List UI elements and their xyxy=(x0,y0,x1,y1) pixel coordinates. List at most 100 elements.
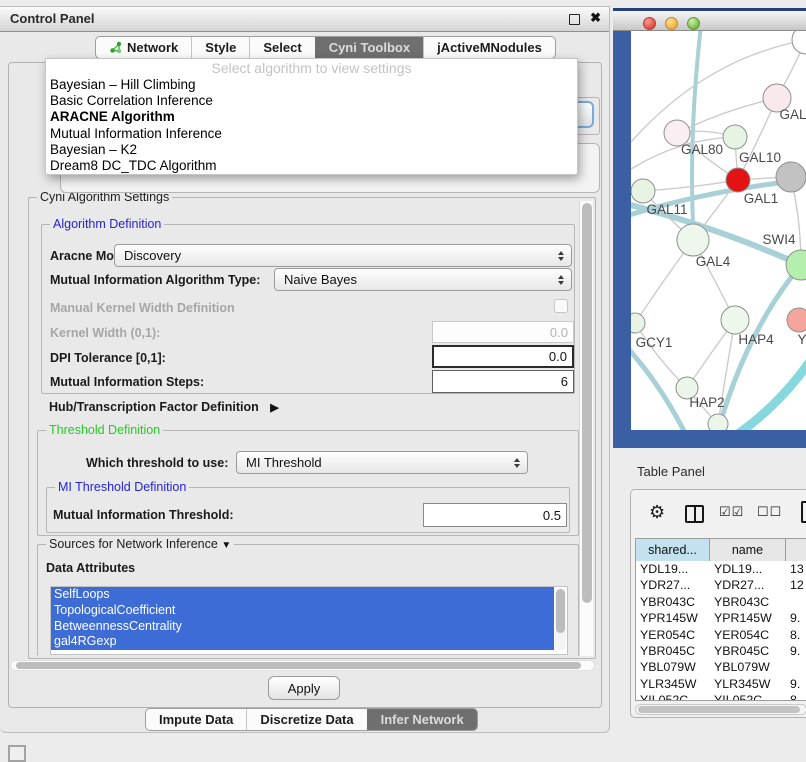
network-node[interactable] xyxy=(708,414,728,430)
control-panel-tab[interactable]: Select xyxy=(249,37,314,58)
scrollbar-thumb[interactable] xyxy=(16,662,581,669)
float-panel-icon[interactable] xyxy=(569,14,580,25)
network-graph[interactable]: GALGAL80GAL10GAL1GAL11GAL4SWI4GCY1HAP4YH… xyxy=(631,31,806,430)
control-panel-tab[interactable]: jActiveMNodules xyxy=(423,37,555,58)
control-panel-tab[interactable]: Cyni Toolbox xyxy=(315,37,423,58)
mi-algorithm-type-combobox[interactable]: Naive Bayes xyxy=(274,268,572,291)
dpi-tolerance-field[interactable]: 0.0 xyxy=(432,345,574,368)
network-node-swi4[interactable] xyxy=(786,250,806,280)
network-node-gcy1[interactable] xyxy=(631,313,645,333)
mi-threshold-definition-title: MI Threshold Definition xyxy=(55,480,189,494)
dropdown-option[interactable]: Dream8 DC_TDC Algorithm xyxy=(46,158,577,174)
network-edge[interactable] xyxy=(635,323,687,388)
network-node-y[interactable] xyxy=(787,308,806,332)
network-node-gal1[interactable] xyxy=(726,168,750,192)
table-row[interactable]: YBR043C YBR043C xyxy=(636,594,806,610)
table-row[interactable]: YER054C YER054C 8. xyxy=(636,627,806,643)
collapsed-panel-icon[interactable] xyxy=(8,745,26,762)
close-panel-icon[interactable]: ✖ xyxy=(590,10,601,26)
zoom-window-icon[interactable] xyxy=(687,17,700,30)
dropdown-option[interactable]: ARACNE Algorithm xyxy=(46,109,577,125)
column-header-name[interactable]: name xyxy=(710,539,786,561)
cell-name: YPR145W xyxy=(710,610,786,626)
mi-steps-field[interactable]: 6 xyxy=(432,370,574,393)
attribute-list-scrollbar[interactable] xyxy=(555,588,566,650)
hub-definition-expander[interactable]: Hub/Transcription Factor Definition ▶ xyxy=(49,400,279,414)
mi-algorithm-type-value: Naive Bayes xyxy=(275,272,554,287)
network-canvas[interactable]: GALGAL80GAL10GAL1GAL11GAL4SWI4GCY1HAP4YH… xyxy=(631,31,806,430)
dropdown-option[interactable]: Bayesian – K2 xyxy=(46,142,577,158)
network-node-gal11[interactable] xyxy=(631,179,655,203)
collapse-arrow-icon[interactable]: ▼ xyxy=(221,540,231,551)
apply-button[interactable]: Apply xyxy=(268,676,340,700)
hide-columns-icon[interactable]: ☐☐ xyxy=(757,504,782,520)
scrollbar-thumb[interactable] xyxy=(638,706,800,713)
sources-group: Sources for Network Inference ▼ Data Att… xyxy=(37,544,579,656)
settings-vertical-scrollbar[interactable] xyxy=(579,201,593,656)
control-panel-tab[interactable]: Style xyxy=(191,37,249,58)
minimize-window-icon[interactable] xyxy=(665,17,678,30)
close-window-icon[interactable] xyxy=(643,17,656,30)
dpi-tolerance-label: DPI Tolerance [0,1]: xyxy=(50,351,166,365)
control-panel-tab[interactable]: Network xyxy=(96,37,191,58)
cell-name: YLR345W xyxy=(710,676,786,692)
bottom-tab[interactable]: Discretize Data xyxy=(246,709,366,730)
expand-arrow-icon[interactable]: ▶ xyxy=(270,402,278,414)
mi-steps-label: Mutual Information Steps: xyxy=(50,375,204,389)
table-row[interactable]: YIL052C YIL052C 8. xyxy=(636,692,806,701)
mi-threshold-label: Mutual Information Threshold: xyxy=(53,508,234,522)
network-node-label: GCY1 xyxy=(636,335,673,350)
columns-icon[interactable] xyxy=(685,505,704,523)
settings-horizontal-scrollbar[interactable] xyxy=(10,660,595,671)
scrollbar-thumb[interactable] xyxy=(556,589,565,633)
kernel-width-field[interactable]: 0.0 xyxy=(432,321,574,343)
table-row[interactable]: YLR345W YLR345W 9. xyxy=(636,676,806,692)
table-row[interactable]: YBR045C YBR045C 9. xyxy=(636,643,806,659)
table-row[interactable]: YDR27... YDR27... 12 xyxy=(636,577,806,593)
dpi-tolerance-value: 0.0 xyxy=(549,349,567,364)
dropdown-option[interactable]: Basic Correlation Inference xyxy=(46,93,577,109)
column-header-shared-name[interactable]: shared... xyxy=(636,539,710,561)
network-node-gal10[interactable] xyxy=(723,125,747,149)
show-columns-icon[interactable]: ☑☑ xyxy=(719,504,744,520)
new-table-icon[interactable] xyxy=(801,501,806,523)
gear-icon[interactable]: ⚙ xyxy=(649,502,665,522)
attribute-item[interactable]: gal4RGexp xyxy=(51,634,554,650)
tab-label: Select xyxy=(263,40,301,55)
bottom-tab[interactable]: Infer Network xyxy=(367,709,477,730)
manual-kernel-width-checkbox[interactable] xyxy=(554,299,568,313)
combo-arrows-icon xyxy=(510,458,523,468)
table-row[interactable]: YBL079W YBL079W xyxy=(636,659,806,675)
table-row[interactable]: YPR145W YPR145W 9. xyxy=(636,610,806,626)
which-threshold-label: Which threshold to use: xyxy=(86,456,228,470)
data-attributes-label: Data Attributes xyxy=(46,561,135,575)
data-attributes-list[interactable]: SelfLoops TopologicalCoefficient Between… xyxy=(50,586,568,655)
bottom-tab[interactable]: Impute Data xyxy=(146,709,246,730)
attribute-item[interactable]: SelfLoops xyxy=(51,587,554,603)
dropdown-option[interactable]: Bayesian – Hill Climbing xyxy=(46,77,577,93)
network-node-label: GAL80 xyxy=(681,142,723,157)
cyni-algorithm-settings-group: Cyni Algorithm Settings Algorithm Defini… xyxy=(28,197,596,659)
cell-value: 9. xyxy=(786,676,806,692)
dropdown-option[interactable]: Mutual Information Inference xyxy=(46,126,577,142)
network-node-hap4[interactable] xyxy=(721,306,749,334)
network-node-gal4[interactable] xyxy=(677,224,709,256)
mi-algorithm-type-label: Mutual Information Algorithm Type: xyxy=(50,273,260,287)
table-row[interactable]: YDL19... YDL19... 13 xyxy=(636,561,806,577)
tab-label: Infer Network xyxy=(381,712,464,727)
network-node[interactable] xyxy=(776,162,806,192)
attribute-item[interactable]: BetweennessCentrality xyxy=(51,619,554,635)
attribute-item[interactable]: TopologicalCoefficient xyxy=(51,603,554,619)
cell-value xyxy=(786,659,806,675)
which-threshold-combobox[interactable]: MI Threshold xyxy=(236,451,528,474)
table-body: YDL19... YDL19... 13 YDR27... YDR27... 1… xyxy=(636,561,806,701)
column-header-partial[interactable] xyxy=(786,539,806,561)
scrollbar-thumb[interactable] xyxy=(582,203,592,603)
network-node[interactable] xyxy=(792,31,806,54)
aracne-mode-combobox[interactable]: Discovery xyxy=(114,244,572,267)
control-panel-window: Control Panel ✖ Network xyxy=(0,6,610,733)
table-horizontal-scrollbar[interactable] xyxy=(635,704,806,715)
mi-threshold-field[interactable]: 0.5 xyxy=(423,503,567,527)
combo-arrows-icon xyxy=(554,275,567,285)
network-window-titlebar xyxy=(613,11,806,31)
